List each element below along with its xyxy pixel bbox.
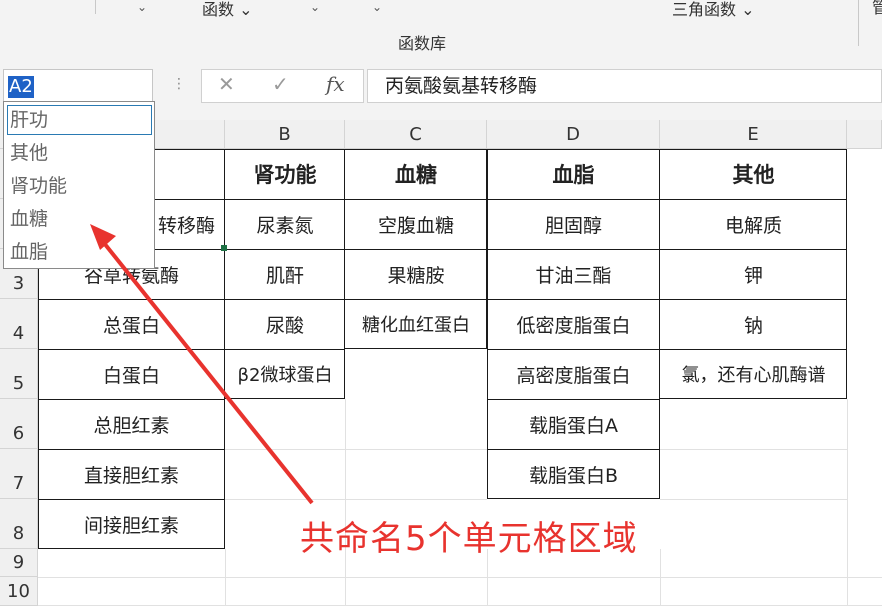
arrow-head (90, 224, 116, 250)
annotation-text: 共命名5个单元格区域 (300, 519, 638, 559)
arrow-shaft (98, 236, 314, 505)
